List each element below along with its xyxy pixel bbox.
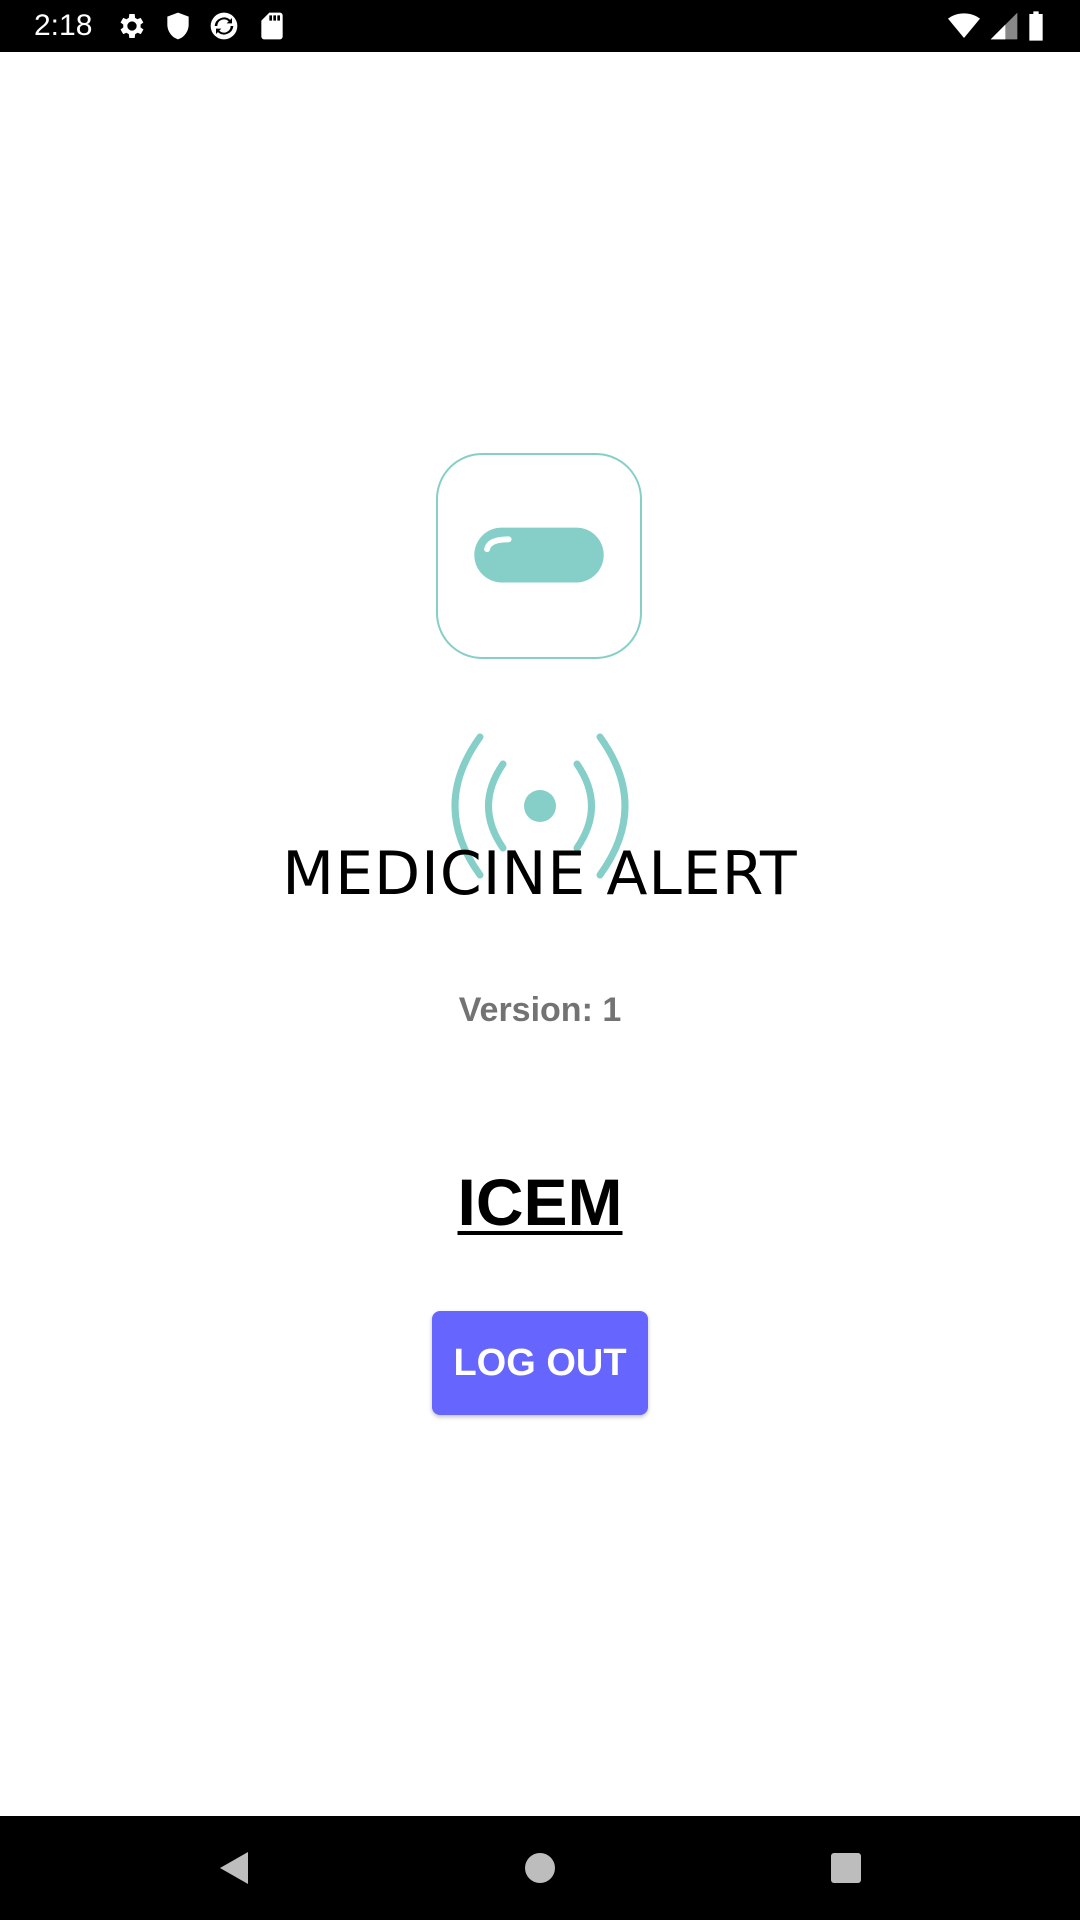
home-icon[interactable] (520, 1848, 560, 1888)
recents-icon[interactable] (826, 1848, 866, 1888)
sync-icon (208, 10, 240, 42)
status-time: 2:18 (34, 9, 93, 42)
pill-icon (436, 453, 642, 659)
back-icon[interactable] (214, 1848, 254, 1888)
app-title: MEDICINE ALERT (282, 839, 798, 909)
user-name: ICEM (457, 1165, 623, 1239)
navigation-bar (0, 1816, 1080, 1920)
logout-button[interactable]: LOG OUT (432, 1311, 648, 1415)
cell-signal-icon (988, 10, 1020, 42)
shield-icon (162, 10, 194, 42)
battery-icon (1026, 10, 1046, 42)
gear-icon (116, 10, 148, 42)
wifi-icon (946, 10, 982, 42)
version-label: Version: 1 (458, 991, 622, 1029)
main-content (0, 52, 1080, 1816)
status-bar: 2:18 (0, 0, 1080, 52)
sd-card-icon (256, 10, 288, 42)
